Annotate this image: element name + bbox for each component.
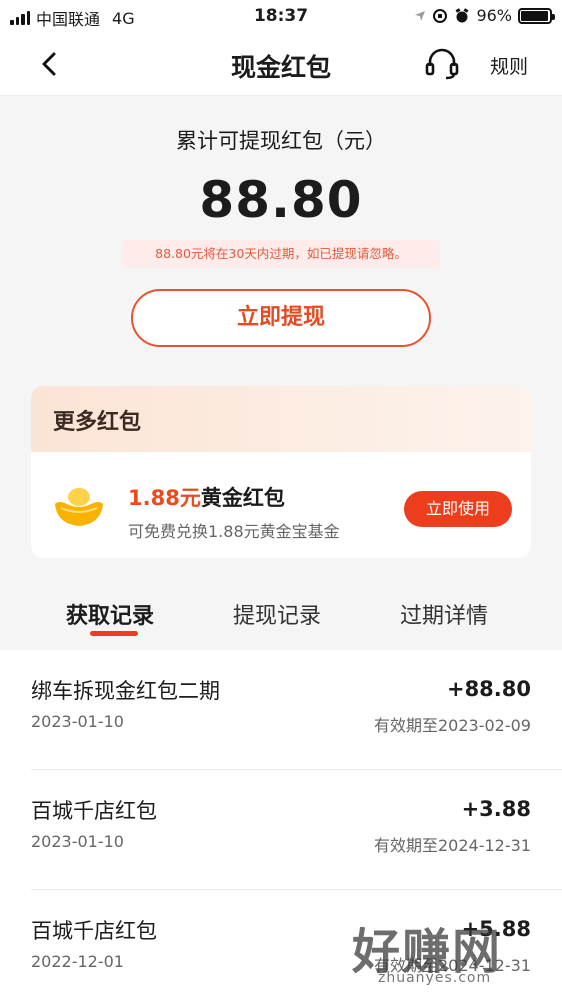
record-amount: +88.80 <box>446 677 531 701</box>
gold-redpacket-subtitle: 可免费兑换1.88元黄金宝基金 <box>128 522 340 541</box>
record-name: 绑车拆现金红包二期 <box>31 679 220 703</box>
record-validity: 有效期至2023-02-09 <box>374 716 531 735</box>
battery-icon <box>518 7 555 24</box>
record-date: 2023-01-10 <box>31 712 124 731</box>
gold-redpacket-amount: 1.88元 <box>128 486 201 510</box>
rules-link[interactable]: 规则 <box>490 52 528 79</box>
record-amount: +3.88 <box>461 797 531 821</box>
watermark-logo: 好赚网 zhuanyes.com <box>352 912 552 996</box>
expire-notice: 88.80元将在30天内过期，如已提现请忽略。 <box>122 240 440 268</box>
balance-label: 累计可提现红包（元） <box>176 129 386 153</box>
battery-percent: 96% <box>476 6 512 25</box>
balance-summary: 累计可提现红包（元） 88.80 88.80元将在30天内过期，如已提现请忽略。… <box>0 97 562 367</box>
list-item[interactable]: 百城千店红包 2023-01-10 +3.88 有效期至2024-12-31 <box>0 770 562 890</box>
record-tabs: 获取记录 提现记录 过期详情 <box>0 588 562 638</box>
status-bar: 中国联通 4G 18:37 96% <box>0 0 562 32</box>
status-right: 96% <box>414 6 555 25</box>
balance-amount: 88.80 <box>199 171 363 229</box>
withdraw-button[interactable]: 立即提现 <box>131 289 431 347</box>
alarm-icon <box>455 7 469 22</box>
location-icon <box>415 10 426 21</box>
list-item[interactable]: 绑车拆现金红包二期 2023-01-10 +88.80 有效期至2023-02-… <box>0 650 562 770</box>
more-redpacket-card: 更多红包 1.88元黄金红包 可免费兑换1.88元黄金宝基金 立即使用 <box>31 386 531 558</box>
tab-expired[interactable]: 过期详情 <box>400 598 488 630</box>
record-validity: 有效期至2024-12-31 <box>374 836 531 855</box>
rotation-lock-icon <box>433 8 448 23</box>
watermark-url: zhuanyes.com <box>378 970 492 986</box>
tab-withdrawals[interactable]: 提现记录 <box>233 598 321 630</box>
card-title: 更多红包 <box>31 386 531 452</box>
gold-redpacket-item: 1.88元黄金红包 可免费兑换1.88元黄金宝基金 立即使用 <box>31 452 531 558</box>
record-name: 百城千店红包 <box>31 919 157 943</box>
record-date: 2022-12-01 <box>31 952 124 971</box>
tab-obtained[interactable]: 获取记录 <box>66 598 154 630</box>
gold-redpacket-title: 1.88元黄金红包 <box>128 482 285 512</box>
gold-redpacket-name: 黄金红包 <box>200 486 285 510</box>
headset-icon[interactable] <box>424 48 460 80</box>
active-tab-indicator <box>90 631 138 636</box>
page-title: 现金红包 <box>230 53 331 82</box>
record-name: 百城千店红包 <box>31 799 157 823</box>
gold-ingot-icon <box>55 488 103 526</box>
navbar: 现金红包 规则 <box>0 32 562 96</box>
record-date: 2023-01-10 <box>31 832 124 851</box>
use-now-button[interactable]: 立即使用 <box>404 491 512 527</box>
